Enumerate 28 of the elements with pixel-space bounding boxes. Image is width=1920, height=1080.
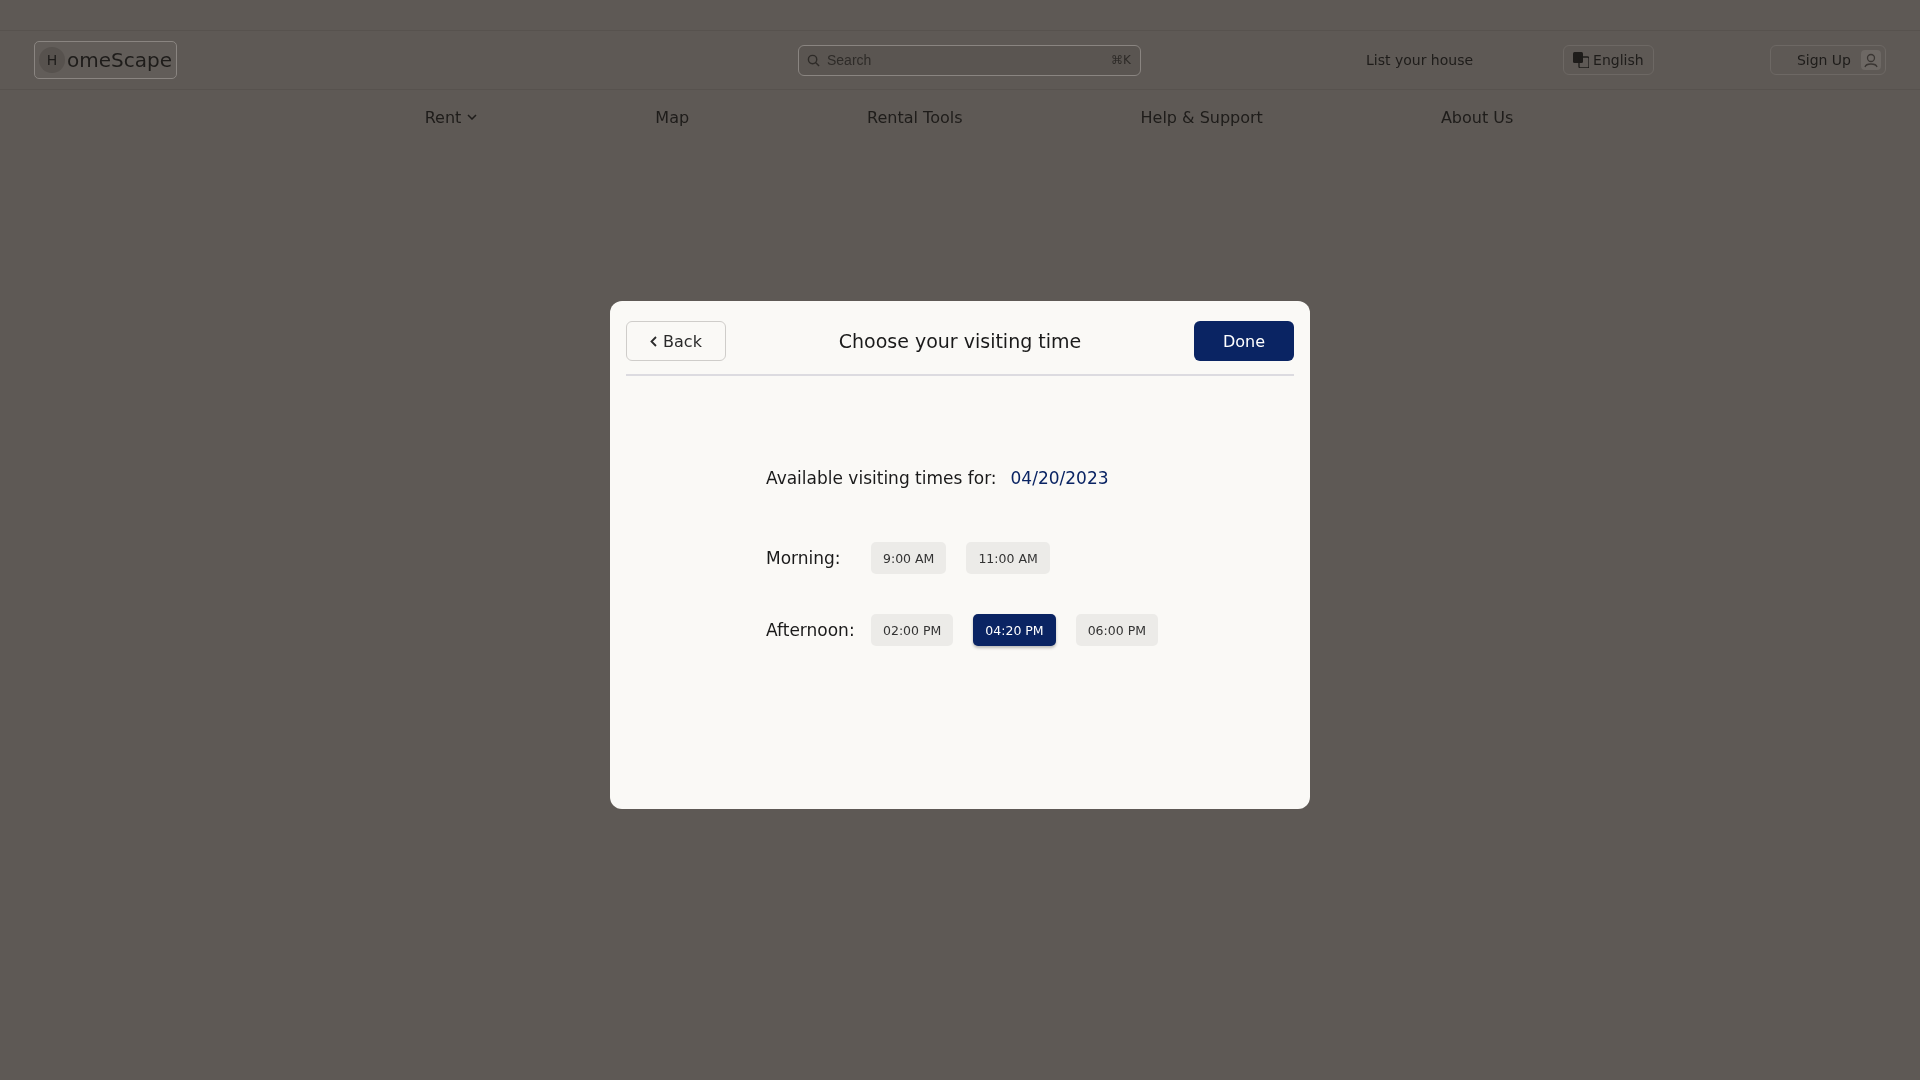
nav-link[interactable]: Rental Tools: [867, 107, 963, 127]
back-button[interactable]: Back: [626, 321, 726, 361]
dialog-title: Choose your visiting time: [838, 330, 1082, 352]
translate-icon: [1573, 52, 1590, 68]
nav-link[interactable]: Help & Support: [1140, 107, 1263, 127]
nav-link[interactable]: About Us: [1440, 107, 1514, 127]
time-slot[interactable]: 9:00 AM: [871, 542, 947, 574]
user-icon: [1861, 50, 1881, 70]
done-button[interactable]: Done: [1194, 321, 1294, 361]
sign-up-button[interactable]: Sign Up: [1769, 45, 1886, 75]
time-slot[interactable]: 06:00 PM: [1075, 614, 1158, 646]
available-label: Available visiting times for:: [766, 468, 997, 488]
nav-link[interactable]: Rent: [424, 107, 478, 127]
period-label: Afternoon:: [766, 620, 856, 640]
time-slot[interactable]: 02:00 PM: [871, 614, 954, 646]
logo[interactable]: H omeScape: [34, 41, 177, 79]
time-slot[interactable]: 04:20 PM: [973, 614, 1056, 646]
list-house-link[interactable]: List your house: [1366, 52, 1474, 68]
chevron-left-icon: [650, 335, 658, 347]
search-icon: [807, 53, 820, 67]
time-slot[interactable]: 11:00 AM: [966, 542, 1050, 574]
logo-letter: H: [39, 47, 65, 73]
chevron-down-icon: [467, 114, 478, 120]
language-button[interactable]: English: [1563, 45, 1654, 75]
nav-link[interactable]: Map: [655, 107, 690, 127]
period-label: Morning:: [766, 548, 842, 568]
date-value: 04/20/2023: [1010, 468, 1109, 488]
logo-name: omeScape: [67, 48, 172, 72]
